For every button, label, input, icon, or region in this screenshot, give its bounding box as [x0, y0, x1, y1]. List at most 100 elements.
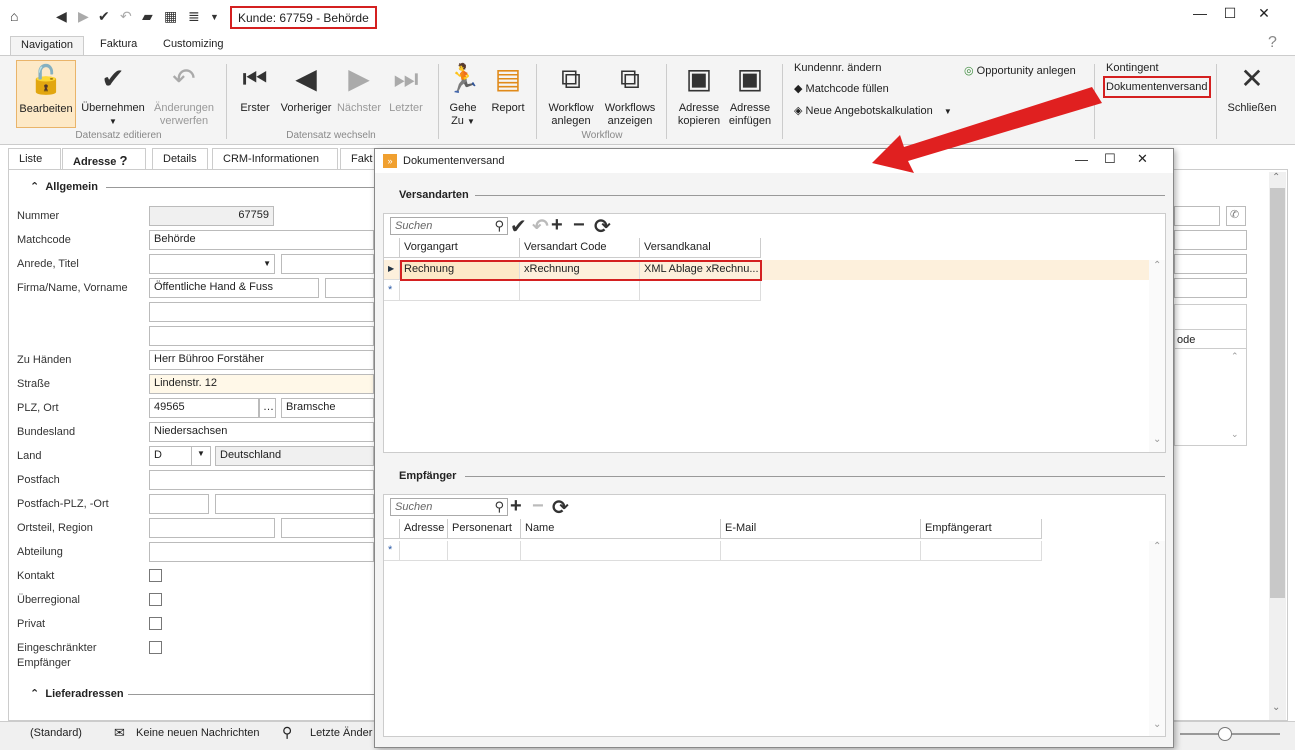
new-row-cell[interactable] [400, 541, 448, 561]
new-row-cell[interactable] [400, 281, 520, 301]
section-allgemein[interactable]: ⌃ Allgemein [30, 180, 98, 193]
home-icon[interactable]: ⌂ [10, 8, 18, 24]
forward-icon[interactable]: ▶ [78, 8, 89, 25]
ort-field[interactable]: Bramsche [281, 398, 374, 418]
undo-icon[interactable]: ↶ [532, 214, 549, 239]
grid-scrollbar[interactable]: ⌃ ⌄ [1149, 260, 1165, 452]
privat-checkbox[interactable] [149, 617, 162, 630]
main-scrollbar[interactable]: ⌃ ⌄ [1269, 172, 1286, 720]
titel-field[interactable] [281, 254, 374, 274]
scroll-up-icon[interactable]: ⌃ [1153, 541, 1161, 552]
dropdown-icon[interactable]: ▼ [210, 12, 219, 22]
remove-icon[interactable]: − [532, 495, 544, 518]
kontakt-checkbox[interactable] [149, 569, 162, 582]
letzter-button[interactable]: ⏭ Letzter [386, 60, 426, 115]
section-lieferadressen[interactable]: ⌃ Lieferadressen [30, 687, 124, 700]
tab-liste[interactable]: Liste [8, 148, 61, 170]
status-nachrichten[interactable]: Keine neuen Nachrichten [136, 727, 260, 739]
status-standard[interactable]: (Standard) [30, 727, 82, 739]
refresh-icon[interactable]: ⟳ [594, 214, 611, 239]
erster-button[interactable]: ⏮ Erster [236, 60, 274, 115]
scroll-up-icon[interactable]: ⌃ [1153, 260, 1161, 271]
firma3-field[interactable] [149, 326, 374, 346]
report-button[interactable]: ▤ Report [488, 60, 528, 115]
firma-field[interactable]: Öffentliche Hand & Fuss [149, 278, 319, 298]
opportunity-anlegen-button[interactable]: ◎ Opportunity anlegen [964, 64, 1076, 77]
bundesland-field[interactable]: Niedersachsen [149, 422, 374, 442]
calendar-icon[interactable]: ▦ [164, 8, 177, 25]
col-name[interactable]: Name [521, 519, 721, 539]
chat-icon[interactable]: ▰ [142, 8, 153, 25]
add-icon[interactable]: + [510, 495, 522, 518]
minimize-icon[interactable]: — [1186, 2, 1214, 24]
refresh-icon[interactable]: ⟳ [552, 495, 569, 520]
adresse-kopieren-button[interactable]: ▣ Adresse kopieren [674, 60, 724, 128]
new-row-cell[interactable] [721, 541, 921, 561]
close-icon[interactable]: ✕ [1250, 2, 1278, 24]
help-icon[interactable]: ? [1268, 34, 1277, 52]
grid-scrollbar[interactable]: ⌃ ⌄ [1149, 541, 1165, 736]
plz-lookup-button[interactable]: … [259, 398, 276, 418]
scroll-down-icon[interactable]: ⌄ [1272, 702, 1280, 713]
strasse-field[interactable]: Lindenstr. 12 [149, 374, 374, 394]
empfaenger-search-input[interactable]: Suchen ⚲ [390, 498, 508, 516]
scroll-up-icon[interactable]: ⌃ [1272, 172, 1280, 183]
tab-faktura[interactable]: Faktura [90, 36, 147, 56]
bearbeiten-button[interactable]: 🔓 Bearbeiten [16, 60, 76, 128]
check-icon[interactable]: ✔ [510, 214, 527, 239]
uebernehmen-button[interactable]: ✔ Übernehmen ▼ [80, 60, 146, 128]
scroll-up-icon[interactable]: ⌃ [1231, 351, 1239, 362]
ueberregional-checkbox[interactable] [149, 593, 162, 606]
adresse-einfuegen-button[interactable]: ▣ Adresse einfügen [726, 60, 774, 128]
plz-field[interactable]: 49565 [149, 398, 259, 418]
region-field[interactable] [281, 518, 374, 538]
col-email[interactable]: E-Mail [721, 519, 921, 539]
scrollbar-thumb[interactable] [1270, 188, 1285, 598]
check-icon[interactable]: ✔ [98, 8, 110, 25]
matchcode-field[interactable]: Behörde [149, 230, 374, 250]
zoom-slider-thumb[interactable] [1218, 727, 1232, 741]
right-field-2[interactable] [1174, 254, 1247, 274]
col-adresse[interactable]: Adresse [400, 519, 448, 539]
right-field-3[interactable] [1174, 278, 1247, 298]
back-icon[interactable]: ◀ [56, 8, 67, 25]
list-icon[interactable]: ≣ [188, 8, 200, 25]
postfach-ort-field[interactable] [215, 494, 374, 514]
abteilung-field[interactable] [149, 542, 374, 562]
aenderungen-verwerfen-button[interactable]: ↶ Änderungen verwerfen [150, 60, 218, 128]
kontingent-button[interactable]: Kontingent [1106, 62, 1159, 74]
col-empfaengerart[interactable]: Empfängerart [921, 519, 1042, 539]
naechster-button[interactable]: ▶ Nächster [336, 60, 382, 115]
new-row-cell[interactable] [640, 281, 761, 301]
ortsteil-field[interactable] [149, 518, 275, 538]
undo-icon[interactable]: ↶ [120, 8, 132, 25]
gehe-zu-button[interactable]: 🏃 Gehe Zu ▼ [446, 60, 481, 128]
new-row-cell[interactable] [448, 541, 521, 561]
tab-adresse[interactable]: Adresse ? [62, 148, 146, 170]
right-field-1[interactable] [1174, 230, 1247, 250]
zu-haenden-field[interactable]: Herr Bühroo Forstäher [149, 350, 374, 370]
vorheriger-button[interactable]: ◀ Vorheriger [278, 60, 334, 115]
postfach-plz-field[interactable] [149, 494, 209, 514]
new-row-cell[interactable] [521, 541, 721, 561]
search-icon[interactable]: ⚲ [282, 724, 292, 741]
kundennr-aendern-button[interactable]: Kundennr. ändern [794, 62, 881, 74]
status-letzte-aenderung[interactable]: Letzte Änder [310, 727, 372, 739]
postfach-field[interactable] [149, 470, 374, 490]
tab-customizing[interactable]: Customizing [153, 36, 234, 56]
scroll-down-icon[interactable]: ⌄ [1153, 719, 1161, 730]
col-personenart[interactable]: Personenart [448, 519, 521, 539]
close-icon[interactable]: ✕ [1137, 151, 1148, 167]
workflows-anzeigen-button[interactable]: ⧉ Workflows anzeigen [600, 60, 660, 128]
anrede-select[interactable]: ▼ [149, 254, 275, 274]
workflow-anlegen-button[interactable]: ⧉ Workflow anlegen [544, 60, 598, 128]
schliessen-button[interactable]: ✕ Schließen [1226, 60, 1278, 115]
tab-details[interactable]: Details [152, 148, 208, 170]
maximize-icon[interactable]: ☐ [1216, 2, 1244, 24]
tab-navigation[interactable]: Navigation [10, 36, 84, 56]
add-icon[interactable]: + [551, 214, 563, 237]
versandarten-search-input[interactable]: Suchen ⚲ [390, 217, 508, 235]
tab-crm-informationen[interactable]: CRM-Informationen [212, 148, 338, 170]
firma2-field[interactable] [149, 302, 374, 322]
col-vorgangart[interactable]: Vorgangart [400, 238, 520, 258]
